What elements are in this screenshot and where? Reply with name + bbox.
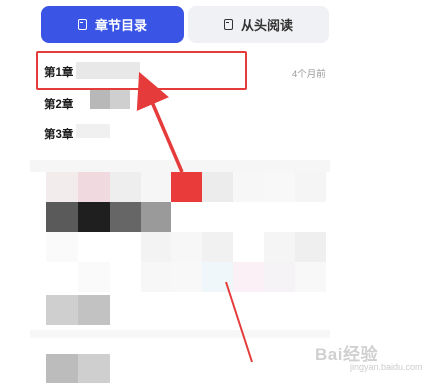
watermark-url: jingyan.baidu.com [350,362,423,372]
annotation-arrow [136,71,253,363]
